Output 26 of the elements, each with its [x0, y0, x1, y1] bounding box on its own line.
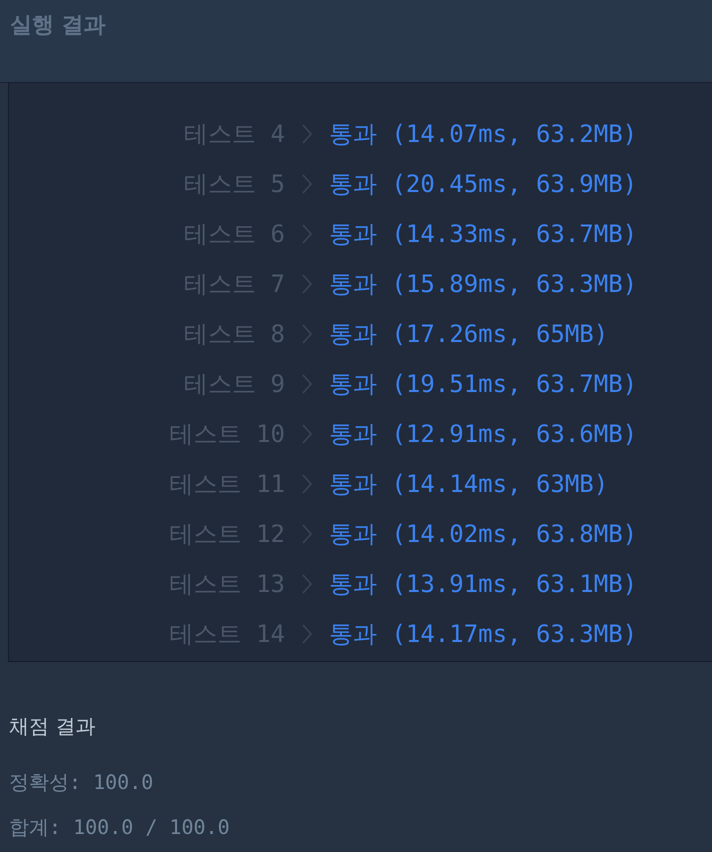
- test-result: 통과 (14.17ms, 63.3MB): [329, 619, 638, 650]
- chevron-icon: [301, 223, 313, 245]
- chevron-icon: [301, 623, 313, 645]
- summary-title: 채점 결과: [9, 713, 96, 740]
- chevron-icon: [301, 173, 313, 195]
- chevron-icon: [301, 323, 313, 345]
- score-line: 합계: 100.0 / 100.0: [9, 814, 231, 841]
- test-result: 통과 (12.91ms, 63.6MB): [329, 419, 638, 450]
- chevron-icon: [301, 123, 313, 145]
- chevron-icon: [301, 373, 313, 395]
- section-title: 실행 결과: [10, 13, 106, 38]
- score-line: 정확성: 100.0: [9, 769, 154, 796]
- chevron-icon: [301, 473, 313, 495]
- chevron-icon: [301, 273, 313, 295]
- test-result: 통과 (15.89ms, 63.3MB): [329, 269, 638, 300]
- test-result: 통과 (14.14ms, 63MB): [329, 469, 610, 500]
- test-result: 통과 (19.51ms, 63.7MB): [329, 369, 638, 400]
- test-result: 통과 (14.07ms, 63.2MB): [329, 119, 638, 150]
- test-result: 통과 (14.02ms, 63.8MB): [329, 519, 638, 550]
- test-result: 통과 (14.33ms, 63.7MB): [329, 219, 638, 250]
- test-result: 통과 (13.91ms, 63.1MB): [329, 569, 638, 600]
- test-result: 통과 (17.26ms, 65MB): [329, 319, 610, 350]
- test-result: 통과 (20.45ms, 63.9MB): [329, 169, 638, 200]
- chevron-icon: [301, 523, 313, 545]
- chevron-icon: [301, 573, 313, 595]
- chevron-icon: [301, 423, 313, 445]
